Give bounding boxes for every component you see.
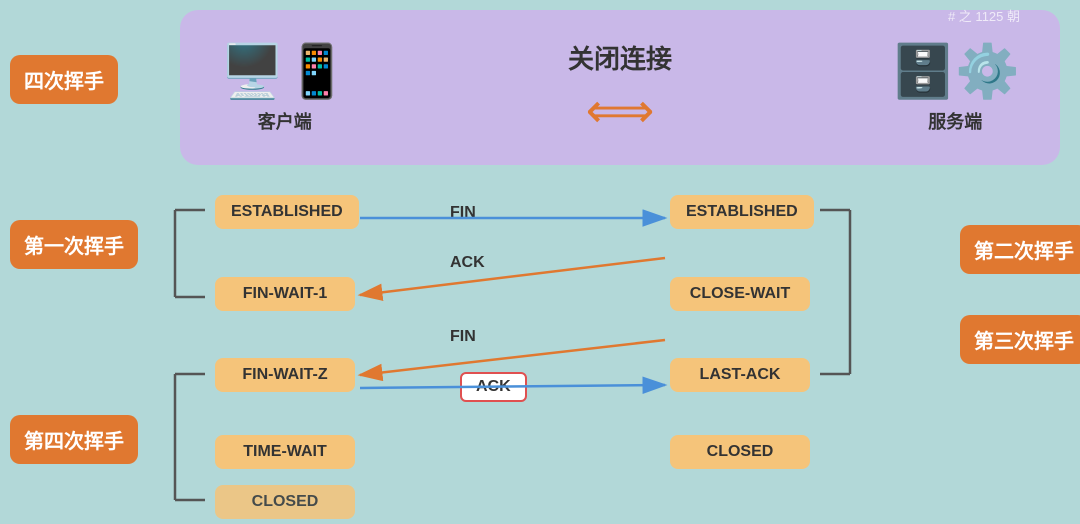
double-arrow-icon: ⟺ [586, 88, 655, 136]
state-time-wait: TIME-WAIT [215, 435, 355, 469]
fin2-label: FIN [450, 328, 476, 346]
connection-title: 关闭连接 [568, 39, 672, 76]
server-icon: 🗄️⚙️ [890, 41, 1020, 102]
ack1-label: ACK [450, 254, 485, 272]
state-last-ack: LAST-ACK [670, 358, 810, 392]
client-box: 🖥️📱 客户端 [220, 41, 350, 134]
state-fin-wait-2: FIN-WAIT-Z [215, 358, 355, 392]
client-icon: 🖥️📱 [220, 41, 350, 102]
third-handshake-label: 第三次挥手 [960, 315, 1080, 364]
state-fin-wait-1: FIN-WAIT-1 [215, 277, 355, 311]
state-closed-left: CLOSED [215, 485, 355, 519]
second-handshake-label: 第二次挥手 [960, 225, 1080, 274]
ack2-label-box: ACK [460, 372, 527, 402]
state-established-right: ESTABLISHED [670, 195, 814, 229]
fourth-handshake-label: 第四次挥手 [10, 415, 138, 464]
server-box: 🗄️⚙️ 服务端 [890, 41, 1020, 134]
server-label: 服务端 [928, 108, 982, 134]
state-close-wait: CLOSE-WAIT [670, 277, 810, 311]
connection-diagram: 🖥️📱 客户端 关闭连接 ⟺ 🗄️⚙️ 服务端 [180, 10, 1060, 165]
state-closed-right: CLOSED [670, 435, 810, 469]
first-handshake-label: 第一次挥手 [10, 220, 138, 269]
client-label: 客户端 [258, 108, 312, 134]
watermark: # 之 1125 朝 [948, 6, 1020, 25]
state-established-left: ESTABLISHED [215, 195, 359, 229]
fin1-label: FIN [450, 204, 476, 222]
connection-area: 关闭连接 ⟺ [568, 39, 672, 136]
four-handshake-label: 四次挥手 [10, 55, 118, 104]
